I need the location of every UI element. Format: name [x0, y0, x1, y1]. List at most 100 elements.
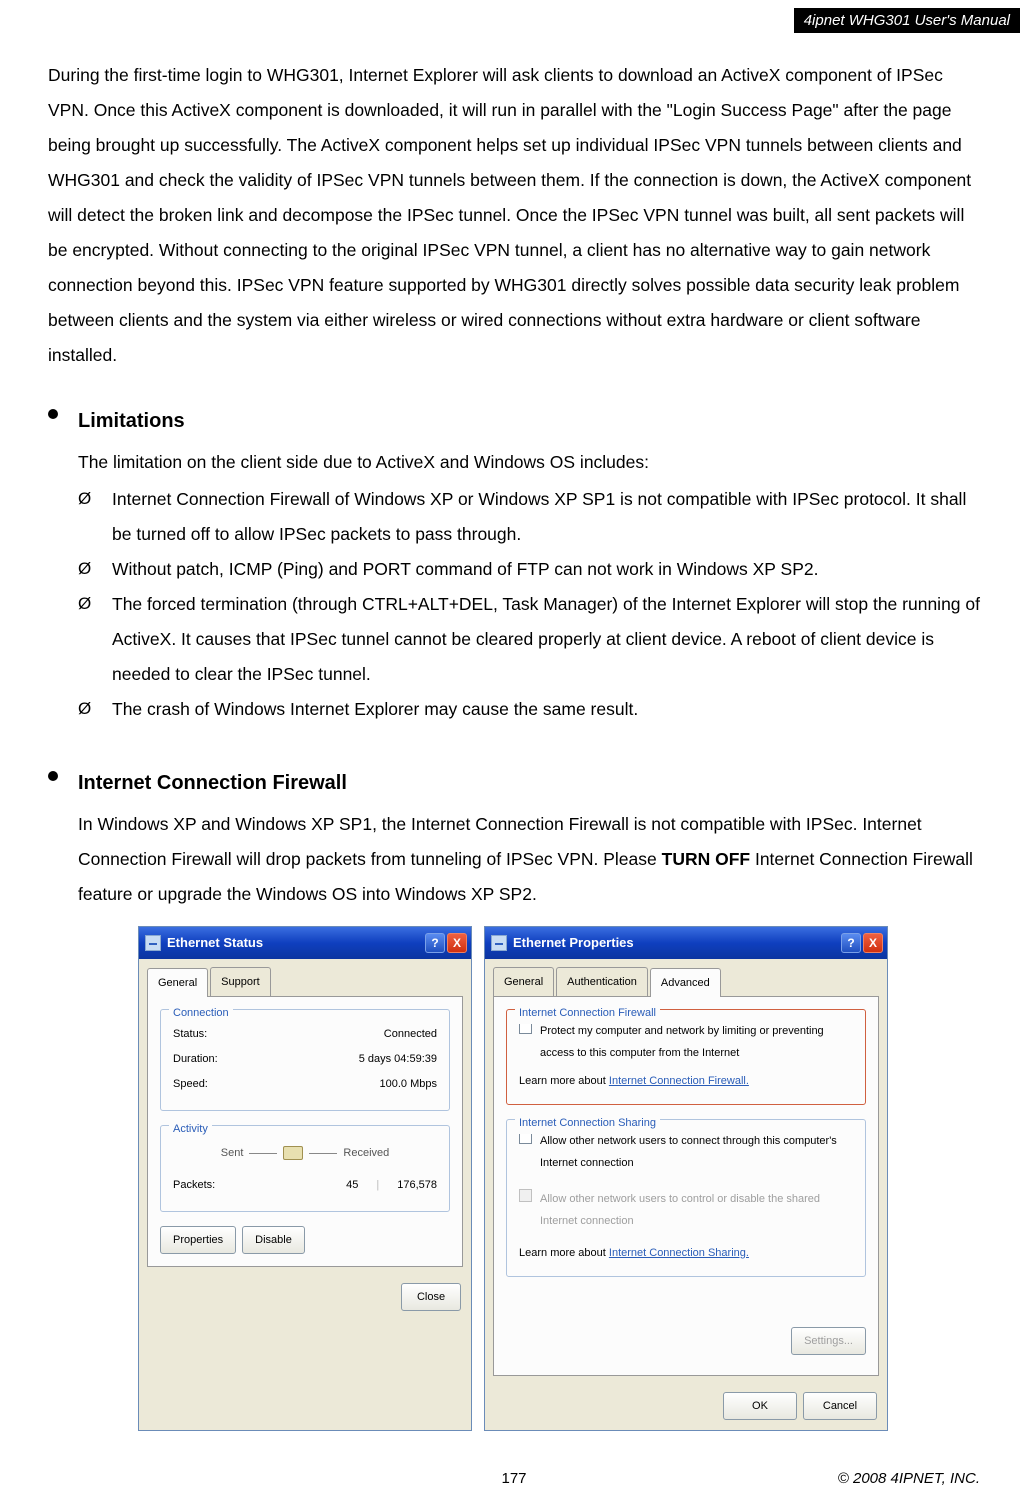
ics-checkbox2-row: Allow other network users to control or …: [519, 1188, 853, 1232]
learn-prefix: Learn more about: [519, 1247, 609, 1259]
icf-checkbox-label: Protect my computer and network by limit…: [540, 1020, 853, 1064]
list-marker-icon: Ø: [78, 692, 112, 727]
ics-checkbox1-row: Allow other network users to connect thr…: [519, 1130, 853, 1174]
checkbox-icon: [519, 1189, 532, 1202]
manual-title: 4ipnet WHG301 User's Manual: [804, 12, 1010, 29]
packets-row: Packets: 45 | 176,578: [173, 1174, 437, 1196]
row-value: 5 days 04:59:39: [359, 1048, 437, 1070]
list-item: ØThe forced termination (through CTRL+AL…: [78, 587, 980, 692]
icf-group: Internet Connection Firewall Protect my …: [506, 1009, 866, 1105]
titlebar: Ethernet Status ? X: [139, 927, 471, 959]
icf-para-bold: TURN OFF: [662, 849, 750, 869]
ics-link[interactable]: Internet Connection Sharing.: [609, 1247, 749, 1259]
settings-row: Settings...: [506, 1327, 866, 1355]
ethernet-status-window: Ethernet Status ? X General Support: [138, 926, 472, 1431]
button-row: Properties Disable: [160, 1226, 450, 1254]
icf-checkbox-row: Protect my computer and network by limit…: [519, 1020, 853, 1064]
settings-button: Settings...: [791, 1327, 866, 1355]
icf-heading: Internet Connection Firewall: [78, 763, 980, 803]
list-text: The crash of Windows Internet Explorer m…: [112, 692, 980, 727]
list-marker-icon: Ø: [78, 482, 112, 552]
group-title: Internet Connection Sharing: [515, 1112, 660, 1134]
activity-header: Sent Received: [173, 1142, 437, 1164]
close-button[interactable]: X: [447, 933, 467, 953]
limitations-intro: The limitation on the client side due to…: [78, 445, 980, 480]
row-value: 100.0 Mbps: [380, 1073, 437, 1095]
tab-bar: General Authentication Advanced: [485, 959, 887, 996]
tab-panel: Internet Connection Firewall Protect my …: [493, 996, 879, 1376]
row-label: Status:: [173, 1023, 207, 1045]
activity-group: Activity Sent Received: [160, 1125, 450, 1212]
tab-general[interactable]: General: [493, 967, 554, 996]
packets-label: Packets:: [173, 1174, 215, 1196]
activity-icon: Sent Received: [221, 1142, 390, 1164]
cancel-button[interactable]: Cancel: [803, 1392, 877, 1420]
tab-authentication[interactable]: Authentication: [556, 967, 648, 996]
row-label: Duration:: [173, 1048, 218, 1070]
list-item: ØThe crash of Windows Internet Explorer …: [78, 692, 980, 727]
ok-button[interactable]: OK: [723, 1392, 797, 1420]
list-text: Internet Connection Firewall of Windows …: [112, 482, 980, 552]
dialog-footer: OK Cancel: [485, 1384, 887, 1430]
table-row: Duration: 5 days 04:59:39: [173, 1048, 437, 1070]
monitor-icon: [283, 1146, 303, 1160]
bullet-icon: [48, 771, 58, 781]
group-title: Connection: [169, 1002, 233, 1024]
tab-bar: General Support: [139, 959, 471, 996]
group-title: Activity: [169, 1118, 212, 1140]
properties-button[interactable]: Properties: [160, 1226, 236, 1254]
close-dialog-button[interactable]: Close: [401, 1283, 461, 1311]
disable-button[interactable]: Disable: [242, 1226, 305, 1254]
close-button[interactable]: X: [863, 933, 883, 953]
tab-support[interactable]: Support: [210, 967, 271, 996]
list-marker-icon: Ø: [78, 552, 112, 587]
ics-checkbox1-label: Allow other network users to connect thr…: [540, 1130, 853, 1174]
page-content: During the first-time login to WHG301, I…: [0, 0, 1028, 1431]
learn-prefix: Learn more about: [519, 1075, 609, 1087]
list-text: Without patch, ICMP (Ping) and PORT comm…: [112, 552, 980, 587]
list-marker-icon: Ø: [78, 587, 112, 692]
icf-paragraph: In Windows XP and Windows XP SP1, the In…: [78, 807, 980, 912]
titlebar: Ethernet Properties ? X: [485, 927, 887, 959]
row-label: Speed:: [173, 1073, 208, 1095]
bullet-icon: [48, 409, 58, 419]
received-label: Received: [343, 1142, 389, 1164]
sent-value: 45: [346, 1174, 358, 1196]
help-button[interactable]: ?: [425, 933, 445, 953]
connection-icon: [491, 935, 507, 951]
table-row: Status: Connected: [173, 1023, 437, 1045]
table-row: Speed: 100.0 Mbps: [173, 1073, 437, 1095]
limitations-list: ØInternet Connection Firewall of Windows…: [78, 482, 980, 727]
intro-paragraph: During the first-time login to WHG301, I…: [48, 58, 980, 373]
help-button[interactable]: ?: [841, 933, 861, 953]
icf-link[interactable]: Internet Connection Firewall.: [609, 1075, 749, 1087]
page-header-bar: 4ipnet WHG301 User's Manual: [794, 8, 1020, 33]
icf-section: Internet Connection Firewall In Windows …: [48, 763, 980, 1431]
row-value: Connected: [384, 1023, 437, 1045]
ics-group: Internet Connection Sharing Allow other …: [506, 1119, 866, 1277]
ics-checkbox2-label: Allow other network users to control or …: [540, 1188, 853, 1232]
limitations-section: Limitations The limitation on the client…: [48, 401, 980, 751]
limitations-heading: Limitations: [78, 401, 980, 441]
sent-label: Sent: [221, 1142, 244, 1164]
group-title: Internet Connection Firewall: [515, 1002, 660, 1024]
icf-learn-more: Learn more about Internet Connection Fir…: [519, 1070, 853, 1092]
ethernet-properties-window: Ethernet Properties ? X General Authenti…: [484, 926, 888, 1431]
received-value: 176,578: [397, 1174, 437, 1196]
tab-advanced[interactable]: Advanced: [650, 968, 721, 997]
copyright: © 2008 4IPNET, INC.: [838, 1470, 980, 1487]
page-footer: 177 © 2008 4IPNET, INC.: [0, 1470, 1028, 1487]
list-text: The forced termination (through CTRL+ALT…: [112, 587, 980, 692]
dialog-footer: Close: [139, 1275, 471, 1321]
list-item: ØWithout patch, ICMP (Ping) and PORT com…: [78, 552, 980, 587]
list-item: ØInternet Connection Firewall of Windows…: [78, 482, 980, 552]
window-title: Ethernet Properties: [513, 930, 841, 956]
window-title: Ethernet Status: [167, 930, 425, 956]
connection-icon: [145, 935, 161, 951]
tab-general[interactable]: General: [147, 968, 208, 997]
page-number: 177: [501, 1470, 526, 1487]
screenshots-row: Ethernet Status ? X General Support: [78, 926, 980, 1431]
tab-panel: Connection Status: Connected Duration: 5 d…: [147, 996, 463, 1267]
connection-group: Connection Status:Connected Duration:5 d…: [160, 1009, 450, 1111]
ics-learn-more: Learn more about Internet Connection Sha…: [519, 1242, 853, 1264]
